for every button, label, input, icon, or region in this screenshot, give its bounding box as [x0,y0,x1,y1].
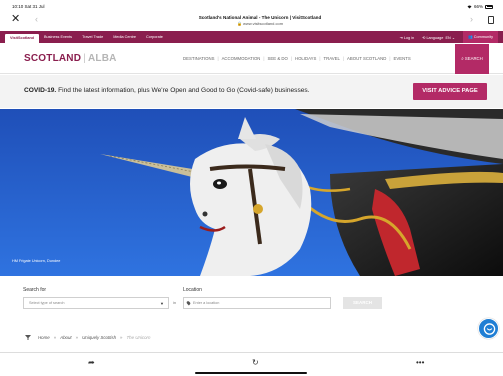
search-type-select[interactable]: Select type of search ▼ [23,297,169,309]
nav-holidays[interactable]: HOLIDAYS [295,56,316,61]
status-time: 10:10 Sat 31 Jul [12,4,45,9]
page-url: 🔒 www.visitscotland.com [236,20,284,26]
chat-icon [483,323,496,335]
in-label: in [173,300,177,305]
corporate-bar: VisitScotland Business Events Travel Tra… [0,31,503,43]
more-options-icon[interactable]: ••• [416,358,424,367]
tab-business-events[interactable]: Business Events [39,31,77,43]
address-bar[interactable]: Scotland's National Animal - The Unicorn… [150,15,370,26]
ios-status-bar: 10:10 Sat 31 Jul 66% [0,0,503,12]
home-indicator [195,372,307,374]
language-selector[interactable]: ⟲ Language EN ⌄ [422,35,455,40]
search-for-label: Search for [23,287,47,293]
wifi-icon [467,5,472,8]
login-icon: ⇥ [399,35,403,40]
site-logo[interactable]: SCOTLAND | ALBA [24,53,117,64]
caret-down-icon: ▼ [160,301,164,306]
hero-image: HM Frigate Unicorn, Dundee [0,109,503,276]
battery-percent: 66% [473,4,483,9]
search-icon: ⌕ [461,56,464,61]
page-title: Scotland's National Animal - The Unicorn… [198,15,322,20]
chat-button[interactable] [478,318,499,339]
hero-caption: HM Frigate Unicorn, Dundee [12,259,61,263]
breadcrumb-about[interactable]: About [60,335,71,340]
covid-banner: COVID-19. Find the latest information, p… [0,75,503,108]
nav-travel[interactable]: TRAVEL [324,56,340,61]
main-navigation: SCOTLAND | ALBA DESTINATIONS | ACCOMMODATIO… [0,44,503,74]
nav-see-and-do[interactable]: SEE & DO [268,56,288,61]
location-pin-icon [186,300,191,306]
breadcrumb-home[interactable]: Home [38,335,50,340]
breadcrumb-current: The Unicorn [126,334,151,340]
utility-links: ⇥ Log in ⟲ Language EN ⌄ 👥 Community [400,31,498,43]
search-button[interactable]: ⌕ SEARCH [455,44,489,74]
tab-travel-trade[interactable]: Travel Trade [77,31,108,43]
search-panel: Search for Select type of search ▼ in Lo… [0,277,503,321]
back-arrow-icon[interactable]: ‹ [35,15,38,24]
location-input[interactable]: Enter a location [183,297,331,309]
breadcrumb: Home » About » Uniquely Scottish » The U… [24,334,150,340]
nav-events[interactable]: EVENTS [394,56,411,61]
share-icon[interactable] [488,16,494,24]
nav-items: DESTINATIONS | ACCOMMODATION | SEE & DO | H… [183,56,411,61]
tab-visitscotland[interactable]: VisitScotland [5,34,39,43]
people-icon: 👥 [468,35,473,39]
browser-window: 10:10 Sat 31 Jul 66% ✕ ‹ Scotland's Nati… [0,0,503,376]
visit-advice-button[interactable]: VISIT ADVICE PAGE [413,83,487,100]
search-submit-button[interactable]: SEARCH [343,297,382,309]
forward-arrow-icon[interactable]: › [470,15,473,24]
community-link[interactable]: 👥 Community [463,31,498,43]
unicorn-figurehead-image [0,109,503,276]
chevron-down-icon: ⌄ [451,35,455,40]
login-link[interactable]: ⇥ Log in [400,35,415,40]
nav-destinations[interactable]: DESTINATIONS [183,56,214,61]
nav-about-scotland[interactable]: ABOUT SCOTLAND [347,56,386,61]
nav-accommodation[interactable]: ACCOMMODATION [222,56,261,61]
corporate-tabs: VisitScotland Business Events Travel Tra… [5,31,168,43]
thistle-icon [25,335,31,340]
status-right: 66% [467,4,493,9]
reload-icon[interactable]: ↻ [252,358,259,367]
covid-message: COVID-19. Find the latest information, p… [24,87,310,94]
tab-media-centre[interactable]: Media Centre [108,31,141,43]
close-icon[interactable]: ✕ [11,14,20,25]
language-icon: ⟲ [422,35,426,40]
share-arrow-icon[interactable]: ➦ [88,358,95,367]
browser-chrome: ✕ ‹ Scotland's National Animal - The Uni… [0,12,503,30]
location-label: Location [183,287,202,293]
battery-icon [485,4,493,9]
breadcrumb-uniquely-scottish[interactable]: Uniquely Scottish [82,335,116,340]
tab-corporate[interactable]: Corporate [141,31,168,43]
